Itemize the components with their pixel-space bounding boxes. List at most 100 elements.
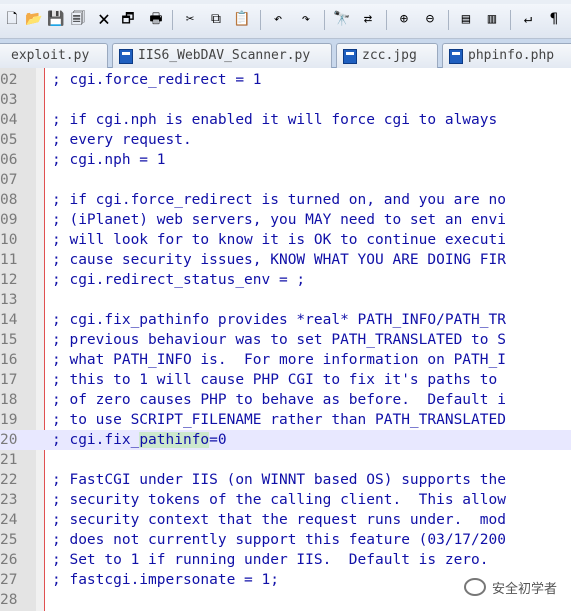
code-line[interactable]: 02 ; cgi.force_redirect = 1 [0,70,571,90]
code-line[interactable]: 04 ; if cgi.nph is enabled it will force … [0,110,571,130]
line-number: 09 [0,212,18,228]
print-icon[interactable]: 🖶 [146,9,166,29]
new-file-icon[interactable]: 🗋 [2,9,22,29]
tab-phpinfo-php[interactable]: phpinfo.php [442,43,571,68]
cut-icon[interactable]: ✂ [180,9,200,29]
tab-label: zcc.jpg [362,48,417,63]
find-icon[interactable]: 🔭 [332,9,352,29]
file-icon [119,49,133,64]
line-number: 02 [0,72,18,88]
tab-iis6-webdav-scanner-py[interactable]: IIS6_WebDAV_Scanner.py [112,43,332,68]
line-number: 28 [0,592,18,608]
code-text-after: =0 [209,432,227,448]
close-icon[interactable]: 🗙 [94,9,114,29]
code-editor[interactable]: 02 ; cgi.force_redirect = 1 03 04 ; if cgi.n… [0,68,571,611]
code-line[interactable]: 19 ; to use SCRIPT_FILENAME rather than P… [0,410,571,430]
line-number: 04 [0,112,18,128]
line-number: 06 [0,152,18,168]
line-number: 23 [0,492,18,508]
code-text-before: ; cgi.fix_ [52,432,140,448]
code-line[interactable]: 24 ; security context that the request ru… [0,510,571,530]
close-all-icon[interactable]: 🗗 [118,9,138,29]
sync-vertical-icon[interactable]: ▤ [456,9,476,29]
save-icon[interactable]: 💾 [46,9,66,29]
line-number: 11 [0,252,18,268]
line-number: 26 [0,552,18,568]
zoom-out-icon[interactable]: ⊖ [420,9,440,29]
code-text: ; if cgi.force_redirect is turned on, an… [52,192,506,208]
tab-label: exploit.py [11,48,90,63]
code-line[interactable]: 17 ; this to 1 will cause PHP CGI to fix … [0,370,571,390]
code-text: ; (iPlanet) web servers, you MAY need to… [52,212,506,228]
code-line[interactable]: 10 ; will look for to know it is OK to co… [0,230,571,250]
code-line[interactable]: 20 ; cgi.fix_pathinfo=0 [0,430,571,450]
code-line[interactable]: 12 ; cgi.redirect_status_env = ; [0,270,571,290]
line-number: 14 [0,312,18,328]
open-icon[interactable]: 📂 [24,9,44,29]
line-number: 17 [0,372,18,388]
line-number: 07 [0,172,18,188]
code-line[interactable]: 13 [0,290,571,310]
line-number: 16 [0,352,18,368]
code-line[interactable]: 09 ; (iPlanet) web servers, you MAY need … [0,210,571,230]
sync-horizontal-icon[interactable]: ▥ [482,9,502,29]
undo-icon[interactable]: ↶ [268,9,288,29]
copy-icon[interactable]: ⧉ [206,9,226,29]
word-wrap-icon[interactable]: ↵ [518,9,538,29]
line-number: 15 [0,332,18,348]
code-text: ; cgi.fix_pathinfo=0 [52,430,227,450]
line-number: 24 [0,512,18,528]
code-text: ; previous behaviour was to set PATH_TRA… [52,332,506,348]
code-text: ; cgi.fix_pathinfo provides *real* PATH_… [52,312,506,328]
code-text: ; Set to 1 if running under IIS. Default… [52,552,489,568]
code-line[interactable]: 26 ; Set to 1 if running under IIS. Defau… [0,550,571,570]
zoom-in-icon[interactable]: ⊕ [394,9,414,29]
code-line[interactable]: 14 ; cgi.fix_pathinfo provides *real* PAT… [0,310,571,330]
file-icon [343,49,357,64]
code-line[interactable]: 25 ; does not currently support this feat… [0,530,571,550]
code-line[interactable]: 05 ; every request. [0,130,571,150]
code-line[interactable]: 06 ; cgi.nph = 1 [0,150,571,170]
tab-exploit-py[interactable]: exploit.py [0,43,108,68]
code-text: ; cgi.redirect_status_env = ; [52,272,306,288]
redo-icon[interactable]: ↷ [296,9,316,29]
line-number: 10 [0,232,18,248]
code-line[interactable]: 08 ; if cgi.force_redirect is turned on, … [0,190,571,210]
line-number: 22 [0,472,18,488]
replace-icon[interactable]: ⇄ [358,9,378,29]
show-symbols-icon[interactable]: ¶ [544,9,564,29]
code-line[interactable]: 15 ; previous behaviour was to set PATH_T… [0,330,571,350]
save-all-icon[interactable]: 🗐 [68,9,88,29]
code-line[interactable]: 18 ; of zero causes PHP to behave as befo… [0,390,571,410]
code-line[interactable]: 03 [0,90,571,110]
line-number: 19 [0,412,18,428]
code-line[interactable]: 23 ; security tokens of the calling clien… [0,490,571,510]
code-text: ; FastCGI under IIS (on WINNT based OS) … [52,472,506,488]
wechat-logo-icon [463,578,486,596]
code-text: ; cgi.force_redirect = 1 [52,72,262,88]
code-text: ; every request. [52,132,192,148]
line-number: 13 [0,292,18,308]
code-line[interactable]: 22 ; FastCGI under IIS (on WINNT based OS… [0,470,571,490]
code-text: ; does not currently support this featur… [52,532,506,548]
line-number: 18 [0,392,18,408]
code-text: ; security tokens of the calling client.… [52,492,506,508]
code-line[interactable]: 11 ; cause security issues, KNOW WHAT YOU… [0,250,571,270]
paste-icon[interactable]: 📋 [232,9,252,29]
tab-bar: exploit.py IIS6_WebDAV_Scanner.py zcc.jp… [0,39,571,68]
watermark: 安全初学者 [463,578,557,597]
line-number: 21 [0,452,18,468]
code-line[interactable]: 16 ; what PATH_INFO is. For more informat… [0,350,571,370]
code-line[interactable]: 21 [0,450,571,470]
line-number: 27 [0,572,18,588]
code-line[interactable]: 07 [0,170,571,190]
watermark-text: 安全初学者 [491,582,557,597]
line-number: 08 [0,192,18,208]
tab-label: IIS6_WebDAV_Scanner.py [138,48,311,63]
tab-zcc-jpg[interactable]: zcc.jpg [336,43,438,68]
code-text: ; of zero causes PHP to behave as before… [52,392,506,408]
line-number: 12 [0,272,18,288]
tab-label: phpinfo.php [468,48,555,63]
code-text: ; if cgi.nph is enabled it will force cg… [52,112,498,128]
code-text: ; to use SCRIPT_FILENAME rather than PAT… [52,412,506,428]
